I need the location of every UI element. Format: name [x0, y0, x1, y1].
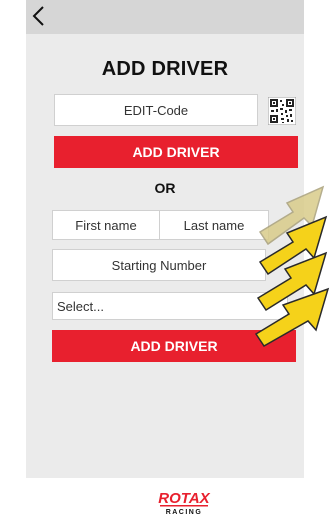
- edit-code-input[interactable]: EDIT-Code: [54, 94, 258, 126]
- chevron-left-icon[interactable]: [28, 2, 50, 30]
- starting-number-placeholder: Starting Number: [111, 257, 207, 273]
- last-name-input[interactable]: Last name: [159, 210, 269, 240]
- starting-number-input[interactable]: Starting Number: [52, 249, 266, 281]
- last-name-placeholder: Last name: [183, 217, 245, 233]
- logo-subtext: RACING: [166, 509, 203, 516]
- first-name-placeholder: First name: [75, 217, 137, 233]
- rotax-racing-logo: ROTAX RACING: [158, 490, 210, 516]
- qr-code-icon[interactable]: [268, 97, 296, 125]
- top-bar: [26, 0, 304, 34]
- logo-text: ROTAX: [158, 490, 210, 507]
- edit-code-placeholder: EDIT-Code: [123, 102, 189, 118]
- select-value: Select...: [57, 298, 104, 314]
- first-name-input[interactable]: First name: [52, 210, 160, 240]
- app-screen: ADD DRIVER EDIT-Code ADD DRIVER OR First…: [26, 0, 304, 522]
- driver-select[interactable]: Select...: [52, 292, 288, 320]
- page-title: ADD DRIVER: [101, 58, 229, 80]
- add-driver-button-top[interactable]: ADD DRIVER: [54, 136, 298, 168]
- or-separator: OR: [154, 180, 176, 196]
- add-driver-button-bottom[interactable]: ADD DRIVER: [52, 330, 296, 362]
